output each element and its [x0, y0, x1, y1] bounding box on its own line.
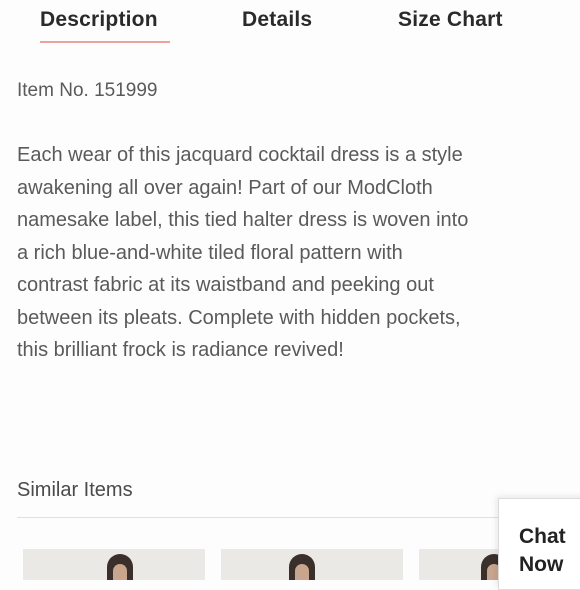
tab-description[interactable]: Description [40, 8, 158, 32]
description-line: awakening all over again! Part of our Mo… [17, 176, 433, 199]
product-tabs: Description Details Size Chart [0, 0, 580, 50]
description-line: contrast fabric at its waistband and pee… [17, 274, 434, 296]
description-line: between its pleats. Complete with hidden… [17, 306, 461, 329]
tab-details[interactable]: Details [242, 8, 312, 32]
similar-item-thumbnail[interactable] [221, 549, 403, 580]
description-line: this brilliant frock is radiance revived… [17, 339, 344, 361]
chat-now-button[interactable]: Chat Now [498, 498, 580, 590]
item-number: Item No. 151999 [17, 80, 158, 101]
similar-item-thumbnail[interactable] [23, 549, 205, 580]
active-tab-underline [40, 41, 170, 43]
tab-size-chart[interactable]: Size Chart [398, 8, 503, 32]
model-photo [289, 554, 315, 580]
description-line: Each wear of this jacquard cocktail dres… [17, 144, 463, 166]
chat-label-line2: Now [519, 553, 564, 576]
description-line: a rich blue-and-white tiled floral patte… [17, 241, 403, 264]
model-photo [107, 554, 133, 580]
similar-items-title: Similar Items [17, 479, 133, 501]
section-divider [17, 517, 580, 518]
product-description: Each wear of this jacquard cocktail dres… [17, 139, 562, 367]
chat-label-line1: Chat [519, 525, 566, 548]
description-line: namesake label, this tied halter dress i… [17, 209, 469, 231]
